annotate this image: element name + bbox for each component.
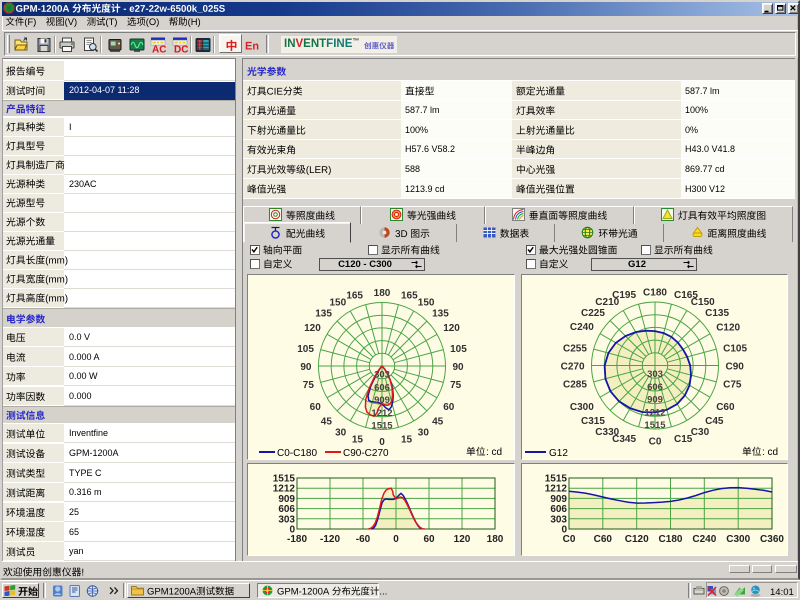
svg-text:C210: C210 [595, 297, 619, 308]
svg-text:1212: 1212 [273, 484, 296, 495]
svg-text:C135: C135 [705, 308, 729, 319]
svg-text:1515: 1515 [644, 420, 666, 431]
svg-text:C165: C165 [674, 290, 698, 301]
svg-text:909: 909 [647, 395, 663, 406]
svg-text:180: 180 [487, 534, 504, 545]
svg-text:75: 75 [450, 380, 462, 391]
svg-text:909: 909 [374, 395, 390, 406]
svg-text:C345: C345 [612, 434, 636, 445]
svg-text:60: 60 [423, 534, 435, 545]
svg-text:165: 165 [401, 290, 418, 301]
svg-text:C315: C315 [581, 416, 605, 427]
svg-text:C90-C270: C90-C270 [343, 448, 389, 459]
svg-text:C90: C90 [726, 361, 745, 372]
svg-text:0: 0 [561, 525, 567, 536]
svg-text:C120: C120 [625, 534, 649, 545]
svg-text:120: 120 [304, 323, 321, 334]
svg-text:606: 606 [550, 504, 567, 515]
svg-text:165: 165 [346, 290, 363, 301]
svg-text:606: 606 [278, 504, 295, 515]
svg-text:1212: 1212 [644, 407, 665, 418]
svg-text:606: 606 [647, 382, 663, 393]
svg-text:45: 45 [321, 417, 333, 428]
svg-text:C285: C285 [563, 379, 587, 390]
svg-text:0: 0 [379, 437, 385, 448]
svg-text:105: 105 [450, 344, 467, 355]
svg-text:1212: 1212 [545, 484, 568, 495]
svg-text:DC: DC [174, 45, 188, 54]
svg-text:60: 60 [443, 402, 455, 413]
svg-text:C180: C180 [643, 288, 667, 299]
svg-text:C180: C180 [659, 534, 683, 545]
svg-text:C0: C0 [563, 534, 576, 545]
svg-text:C60: C60 [594, 534, 613, 545]
svg-text:30: 30 [418, 428, 430, 439]
svg-text:303: 303 [278, 514, 295, 525]
svg-text:1212: 1212 [371, 408, 392, 419]
svg-text:C255: C255 [563, 343, 587, 354]
svg-text:0: 0 [289, 525, 295, 536]
svg-text:C105: C105 [723, 343, 747, 354]
svg-text:606: 606 [374, 382, 390, 393]
svg-text:30: 30 [335, 428, 347, 439]
svg-text:C75: C75 [723, 379, 742, 390]
svg-text:105: 105 [297, 344, 314, 355]
svg-text:C225: C225 [581, 308, 605, 319]
svg-text:C240: C240 [692, 534, 716, 545]
svg-text:C270: C270 [561, 361, 585, 372]
svg-text:303: 303 [374, 370, 390, 381]
svg-text:C0-C180: C0-C180 [277, 448, 317, 459]
svg-text:180: 180 [374, 288, 391, 299]
svg-text:303: 303 [550, 514, 567, 525]
svg-text:C360: C360 [760, 534, 784, 545]
svg-text:909: 909 [550, 494, 567, 505]
svg-text:75: 75 [303, 380, 315, 391]
svg-text:90: 90 [300, 362, 312, 373]
svg-text:1515: 1515 [545, 474, 568, 485]
svg-text:60: 60 [310, 402, 322, 413]
svg-text:AC: AC [152, 45, 166, 54]
svg-text:C0: C0 [649, 437, 662, 448]
svg-text:1515: 1515 [371, 421, 393, 432]
svg-text:-60: -60 [356, 534, 371, 545]
svg-text:C45: C45 [705, 416, 724, 427]
svg-text:C30: C30 [691, 427, 710, 438]
svg-text:120: 120 [454, 534, 471, 545]
svg-text:C300: C300 [726, 534, 750, 545]
svg-text:C240: C240 [570, 322, 594, 333]
svg-text:303: 303 [647, 369, 663, 380]
svg-text:909: 909 [278, 494, 295, 505]
svg-text:150: 150 [330, 297, 347, 308]
svg-text:15: 15 [352, 435, 364, 446]
svg-text:-120: -120 [320, 534, 340, 545]
svg-text:45: 45 [432, 417, 444, 428]
svg-text:C120: C120 [716, 322, 740, 333]
svg-text:15: 15 [401, 435, 413, 446]
svg-text:C60: C60 [716, 402, 735, 413]
svg-text:150: 150 [418, 297, 435, 308]
svg-text:-180: -180 [287, 534, 307, 545]
svg-text:120: 120 [443, 323, 460, 334]
svg-text:G12: G12 [549, 448, 568, 459]
svg-text:0: 0 [393, 534, 399, 545]
svg-text:135: 135 [432, 308, 449, 319]
svg-text:90: 90 [453, 362, 465, 373]
svg-text:135: 135 [315, 308, 332, 319]
svg-text:C300: C300 [570, 402, 594, 413]
svg-text:1515: 1515 [273, 474, 296, 485]
